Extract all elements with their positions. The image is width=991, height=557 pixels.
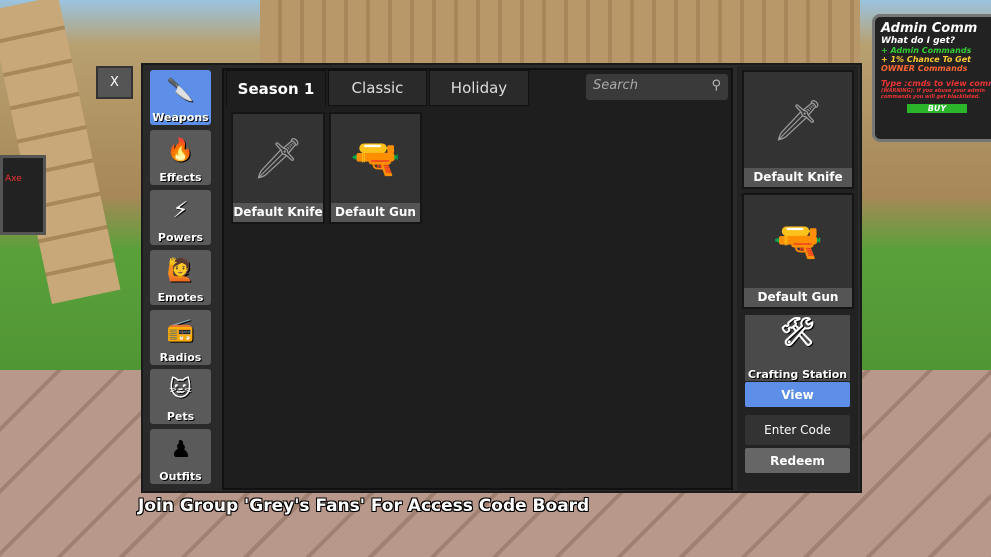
search-icon: ⚲ bbox=[711, 78, 721, 93]
tab-holiday[interactable]: Holiday bbox=[429, 70, 529, 106]
knife-icon: 🔪 bbox=[166, 78, 195, 103]
close-button[interactable]: X bbox=[96, 66, 133, 99]
sidebar-label: Outfits bbox=[159, 470, 202, 483]
sidebar-item-weapons[interactable]: 🔪 Weapons bbox=[150, 70, 211, 125]
enter-code-input[interactable]: Enter Code bbox=[745, 415, 850, 445]
tab-classic[interactable]: Classic bbox=[328, 70, 427, 106]
sidebar-item-powers[interactable]: ⚡ Powers bbox=[150, 190, 211, 245]
cat-icon: 🐱 bbox=[169, 377, 192, 402]
revolver-icon: 🔫 bbox=[773, 219, 823, 265]
emote-icon: 🙋 bbox=[166, 258, 195, 283]
buy-button[interactable]: BUY bbox=[907, 104, 967, 113]
sign-line: + Admin Commands bbox=[881, 46, 972, 55]
outfit-icon: ♟ bbox=[170, 437, 191, 462]
sign-warning: (WARNING): If you abuse your admin comma… bbox=[881, 88, 985, 100]
search-input[interactable]: Search ⚲ bbox=[586, 74, 728, 100]
sidebar-label: Powers bbox=[157, 231, 204, 244]
axe-sign: Axe bbox=[0, 155, 46, 235]
sign-title: Admin Comm bbox=[881, 21, 978, 36]
crafting-table-icon: 🛠 bbox=[779, 315, 816, 348]
view-button[interactable]: View bbox=[745, 382, 850, 407]
item-default-gun[interactable]: 🔫 Default Gun bbox=[329, 112, 422, 224]
flame-knife-icon: 🔥 bbox=[166, 138, 195, 163]
sidebar-label: Weapons bbox=[152, 111, 209, 124]
sidebar-label: Pets bbox=[166, 410, 195, 423]
item-label: Default Knife bbox=[744, 168, 852, 187]
sidebar-item-outfits[interactable]: ♟ Outfits bbox=[150, 429, 211, 484]
item-default-knife[interactable]: 🗡 Default Knife bbox=[231, 112, 325, 224]
sidebar-label: Emotes bbox=[157, 291, 204, 304]
sidebar-item-emotes[interactable]: 🙋 Emotes bbox=[150, 250, 211, 305]
equipped-gun[interactable]: 🔫 Default Gun bbox=[742, 193, 854, 309]
sidebar-item-effects[interactable]: 🔥 Effects bbox=[150, 130, 211, 185]
sign-hint: Type :cmds to view comma bbox=[881, 79, 991, 88]
sign-question: What do I get? bbox=[881, 36, 956, 46]
group-notice: Join Group 'Grey's Fans' For Access Code… bbox=[138, 496, 590, 516]
sign-line: + 1% Chance To Get bbox=[881, 55, 971, 64]
sign-line: OWNER Commands bbox=[881, 64, 968, 73]
admin-commands-sign: Admin Comm What do I get? + Admin Comman… bbox=[872, 14, 991, 142]
axe-sign-text: Axe bbox=[5, 174, 22, 184]
redeem-button[interactable]: Redeem bbox=[745, 448, 850, 473]
revolver-icon: 🔫 bbox=[350, 136, 401, 182]
sidebar-item-radios[interactable]: 📻 Radios bbox=[150, 310, 211, 365]
sidebar-item-pets[interactable]: 🐱 Pets bbox=[150, 369, 211, 424]
power-icon: ⚡ bbox=[172, 198, 189, 223]
tab-season-1[interactable]: Season 1 bbox=[226, 70, 326, 106]
radio-icon: 📻 bbox=[166, 318, 195, 343]
search-placeholder: Search bbox=[593, 78, 638, 93]
sidebar-label: Radios bbox=[159, 351, 202, 364]
crafting-label: Crafting Station bbox=[747, 368, 848, 381]
item-label: Default Knife bbox=[233, 203, 323, 222]
knife-icon: 🗡 bbox=[252, 136, 304, 182]
crafting-station: 🛠 Crafting Station bbox=[745, 315, 850, 381]
knife-icon: 🗡 bbox=[772, 97, 824, 144]
item-label: Default Gun bbox=[331, 203, 420, 222]
item-label: Default Gun bbox=[744, 288, 852, 307]
equipped-knife[interactable]: 🗡 Default Knife bbox=[742, 70, 854, 189]
sidebar-label: Effects bbox=[159, 171, 202, 184]
